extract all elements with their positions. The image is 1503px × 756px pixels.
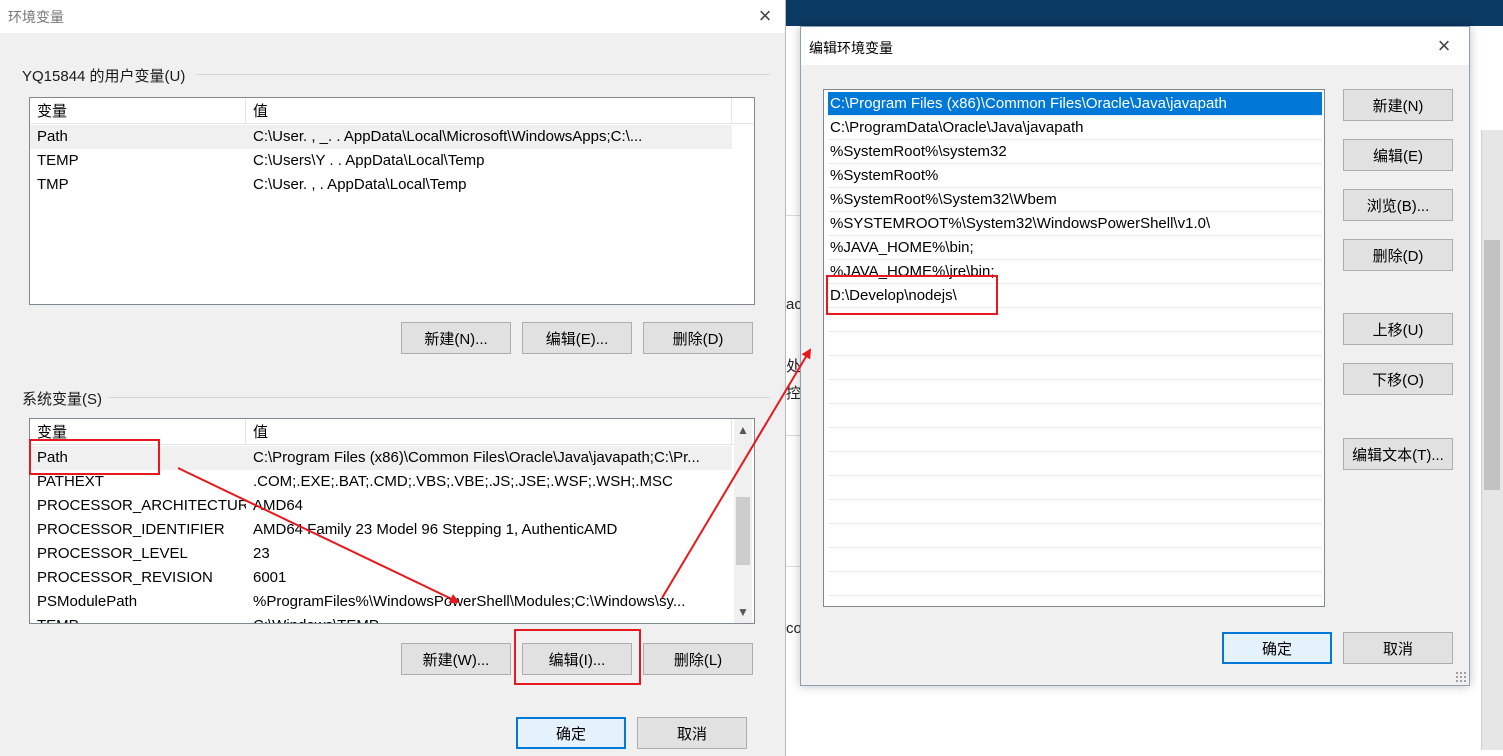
system-new-button[interactable]: 新建(W)... — [401, 643, 511, 675]
list-item[interactable]: %SystemRoot%\system32 — [828, 140, 1322, 164]
variable-value: C:\Program Files (x86)\Common Files\Orac… — [253, 449, 700, 466]
group-divider — [108, 397, 770, 398]
background-text-fragment: 控 — [786, 385, 802, 402]
empty-list-row[interactable] — [828, 428, 1322, 452]
column-header-value[interactable]: 值 — [246, 419, 732, 445]
table-row[interactable]: PROCESSOR_REVISION 6001 — [30, 566, 732, 590]
empty-list-row[interactable] — [828, 380, 1322, 404]
empty-list-row[interactable] — [828, 452, 1322, 476]
variable-name: PROCESSOR_REVISION — [37, 569, 213, 586]
annotation-box-new-path — [826, 275, 998, 315]
scroll-down-icon[interactable]: ▼ — [734, 603, 752, 621]
annotation-box-edit-button — [514, 629, 641, 685]
resize-grip-icon[interactable] — [1455, 671, 1467, 683]
group-divider — [196, 74, 770, 75]
column-header-variable[interactable]: 变量 — [30, 98, 246, 124]
scrollbar-thumb[interactable] — [736, 497, 750, 565]
empty-list-row[interactable] — [828, 476, 1322, 500]
title-bar: 环境变量 × — [0, 0, 785, 33]
close-icon[interactable]: × — [1429, 31, 1459, 61]
system-list-scrollbar[interactable]: ▲ ▼ — [734, 419, 752, 623]
list-item[interactable]: C:\Program Files (x86)\Common Files\Orac… — [828, 92, 1322, 116]
background-divider — [786, 435, 800, 436]
user-variables-group-label: YQ15844 的用户变量(U) — [22, 68, 186, 85]
edit-environment-variable-dialog: 编辑环境变量 × C:\Program Files (x86)\Common F… — [800, 26, 1470, 686]
variable-value: C:\User. , _. . AppData\Local\Microsoft\… — [253, 128, 643, 145]
user-delete-button[interactable]: 删除(D) — [643, 322, 753, 354]
list-item[interactable]: %SYSTEMROOT%\System32\WindowsPowerShell\… — [828, 212, 1322, 236]
scroll-up-icon[interactable]: ▲ — [734, 421, 752, 439]
variable-name: PROCESSOR_ARCHITECTURE — [37, 497, 246, 514]
table-row[interactable]: PROCESSOR_ARCHITECTURE AMD64 — [30, 494, 732, 518]
column-header-value[interactable]: 值 — [246, 98, 732, 124]
user-variables-list[interactable]: 变量 值 Path C:\User. , _. . AppData\Local\… — [29, 97, 755, 305]
table-row[interactable]: PROCESSOR_IDENTIFIER AMD64 Family 23 Mod… — [30, 518, 732, 542]
list-item[interactable]: %JAVA_HOME%\bin; — [828, 236, 1322, 260]
browse-button[interactable]: 浏览(B)... — [1343, 189, 1453, 221]
background-text-fragment: 处 — [786, 358, 802, 375]
environment-variables-dialog: 环境变量 × YQ15844 的用户变量(U) 变量 值 Path C:\Use… — [0, 0, 786, 756]
cancel-button[interactable]: 取消 — [1343, 632, 1453, 664]
move-down-button[interactable]: 下移(O) — [1343, 363, 1453, 395]
background-divider — [786, 215, 800, 216]
user-new-button[interactable]: 新建(N)... — [401, 322, 511, 354]
empty-list-row[interactable] — [828, 500, 1322, 524]
variable-value: AMD64 — [253, 497, 304, 514]
variable-name: PROCESSOR_IDENTIFIER — [37, 521, 225, 538]
variable-name: PSModulePath — [37, 593, 138, 610]
variable-name: TMP — [37, 176, 69, 193]
path-entries-list[interactable]: C:\Program Files (x86)\Common Files\Orac… — [823, 89, 1325, 607]
list-header: 变量 值 — [30, 98, 754, 124]
ok-button[interactable]: 确定 — [516, 717, 626, 749]
background-scrollbar-thumb[interactable] — [1484, 240, 1500, 490]
dialog-title: 编辑环境变量 — [809, 40, 893, 56]
close-icon[interactable]: × — [750, 1, 780, 31]
variable-value: C:\Users\Y . . AppData\Local\Temp — [253, 152, 485, 169]
table-row[interactable]: PROCESSOR_LEVEL 23 — [30, 542, 732, 566]
edit-text-button[interactable]: 编辑文本(T)... — [1343, 438, 1453, 470]
variable-name: PROCESSOR_LEVEL — [37, 545, 188, 562]
variable-value: C:\User. , . AppData\Local\Temp — [253, 176, 467, 193]
list-item[interactable]: %SystemRoot%\System32\Wbem — [828, 188, 1322, 212]
system-delete-button[interactable]: 删除(L) — [643, 643, 753, 675]
variable-value: AMD64 Family 23 Model 96 Stepping 1, Aut… — [253, 521, 618, 538]
empty-list-row[interactable] — [828, 548, 1322, 572]
empty-list-row[interactable] — [828, 332, 1322, 356]
list-item[interactable]: C:\ProgramData\Oracle\Java\javapath — [828, 116, 1322, 140]
user-edit-button[interactable]: 编辑(E)... — [522, 322, 632, 354]
variable-value: 6001 — [253, 569, 287, 586]
annotation-box-path-row — [29, 439, 160, 475]
dialog-title: 环境变量 — [8, 9, 64, 25]
variable-value: C:\Windows\TEMP — [246, 614, 732, 623]
background-divider — [786, 566, 800, 567]
variable-value: %ProgramFiles%\WindowsPowerShell\Modules… — [253, 593, 686, 610]
variable-value: .COM;.EXE;.BAT;.CMD;.VBS;.VBE;.JS;.JSE;.… — [253, 473, 673, 490]
delete-path-button[interactable]: 删除(D) — [1343, 239, 1453, 271]
table-row[interactable]: TEMP C:\Users\Y . . AppData\Local\Temp — [30, 149, 732, 173]
title-bar: 编辑环境变量 × — [801, 27, 1469, 65]
table-row[interactable]: TMP C:\User. , . AppData\Local\Temp — [30, 173, 732, 197]
variable-name: TEMP — [37, 152, 79, 169]
table-row[interactable]: PSModulePath %ProgramFiles%\WindowsPower… — [30, 590, 732, 614]
new-path-button[interactable]: 新建(N) — [1343, 89, 1453, 121]
empty-list-row[interactable] — [828, 524, 1322, 548]
empty-list-row[interactable] — [828, 572, 1322, 596]
table-row[interactable]: Path C:\User. , _. . AppData\Local\Micro… — [30, 125, 732, 149]
system-variables-group-label: 系统变量(S) — [22, 391, 102, 408]
edit-path-button[interactable]: 编辑(E) — [1343, 139, 1453, 171]
variable-value: 23 — [253, 545, 270, 562]
variable-name: TEMP — [30, 614, 246, 623]
move-up-button[interactable]: 上移(U) — [1343, 313, 1453, 345]
empty-list-row[interactable] — [828, 404, 1322, 428]
table-row[interactable]: TEMP C:\Windows\TEMP — [30, 614, 732, 623]
empty-list-row[interactable] — [828, 356, 1322, 380]
cancel-button[interactable]: 取消 — [637, 717, 747, 749]
background-desktop-strip — [786, 0, 1503, 26]
variable-name: Path — [37, 128, 68, 145]
ok-button[interactable]: 确定 — [1222, 632, 1332, 664]
list-item[interactable]: %SystemRoot% — [828, 164, 1322, 188]
